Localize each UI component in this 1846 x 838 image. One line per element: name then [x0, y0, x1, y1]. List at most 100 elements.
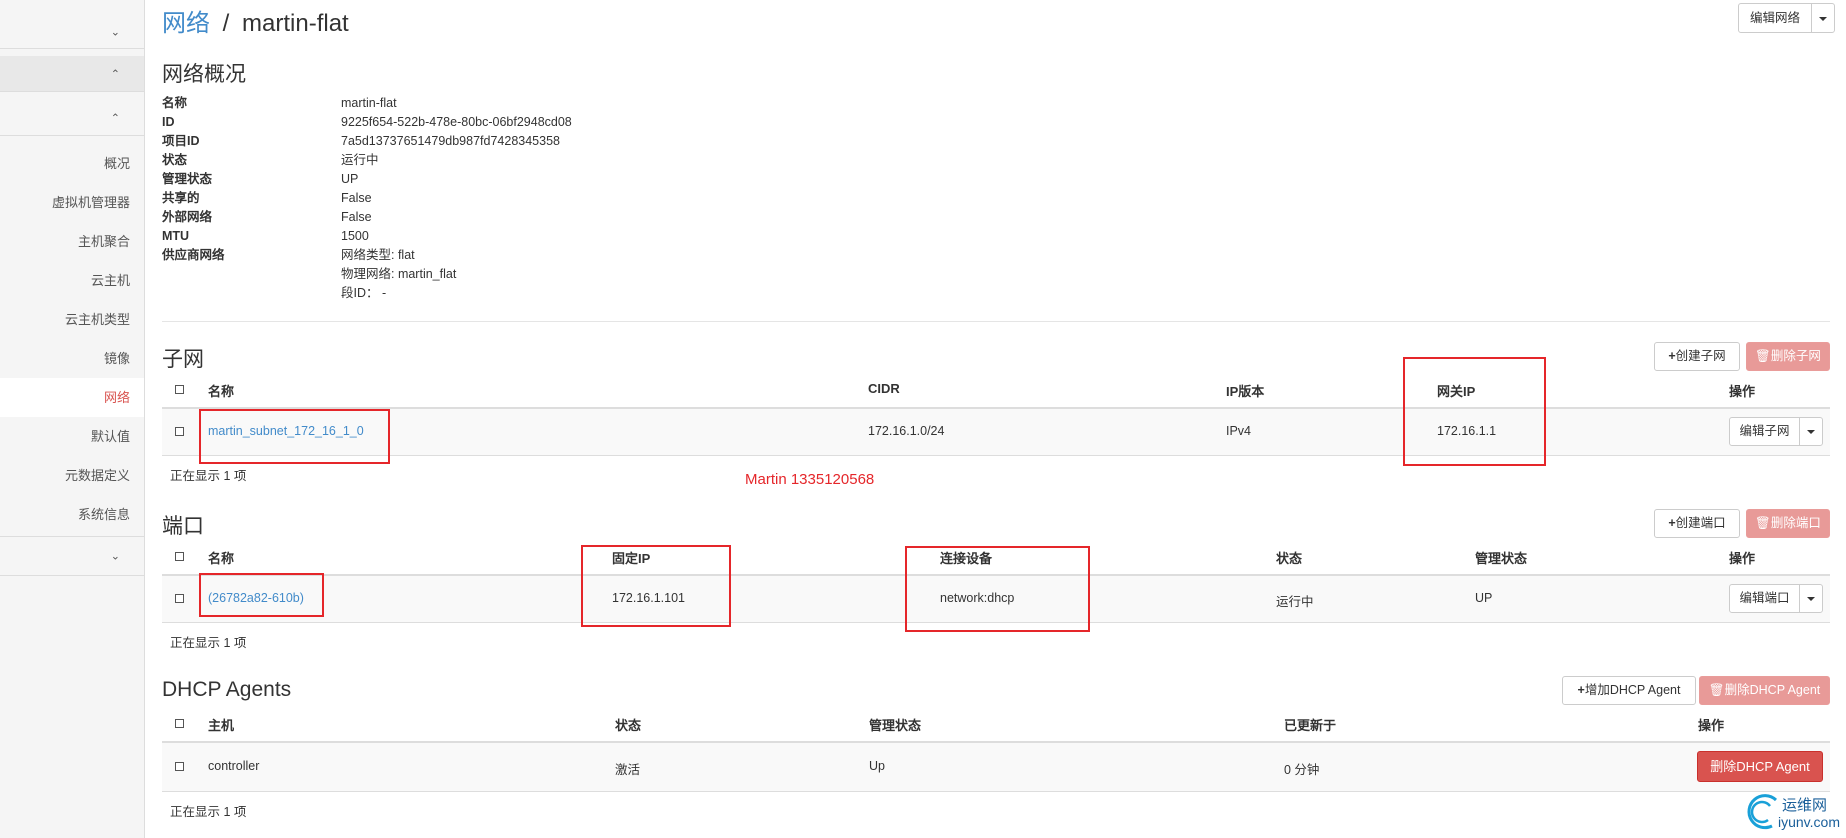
delete-agent-row-label: 删除DHCP Agent: [1710, 759, 1810, 774]
chevron-up-icon: ⌃: [110, 68, 120, 80]
delete-dhcp-agent-label: 删除DHCP Agent: [1724, 683, 1821, 697]
port-admin-state: UP: [1475, 591, 1493, 605]
column-header-host[interactable]: 主机: [208, 715, 234, 734]
overview-value: 7a5d13737651479db987fd7428345358: [341, 134, 560, 148]
column-header-ip-version[interactable]: IP版本: [1226, 381, 1264, 400]
sidebar-item-system-info[interactable]: 系统信息: [0, 495, 144, 534]
breadcrumb-network-link[interactable]: 网络: [162, 10, 210, 37]
select-all-agents-checkbox[interactable]: [175, 719, 184, 728]
dhcp-agents-title: DHCP Agents: [162, 678, 292, 701]
column-header-status[interactable]: 状态: [1276, 548, 1302, 567]
sidebar-item-label: 概况: [103, 156, 130, 171]
edit-network-dropdown[interactable]: [1811, 3, 1835, 33]
overview-value: UP: [341, 172, 359, 186]
sidebar-item-label: 网络: [103, 390, 130, 405]
row-checkbox[interactable]: [175, 427, 184, 436]
chevron-up-icon: ⌃: [110, 112, 120, 124]
sidebar-item-hypervisors[interactable]: 虚拟机管理器: [0, 183, 144, 222]
page-title: 网络 / martin-flat: [162, 3, 349, 38]
sidebar-item-flavors[interactable]: 云主机类型: [0, 300, 144, 339]
trash-icon: 🗑: [1755, 349, 1771, 363]
logo-text-en: iyunv.com: [1778, 814, 1840, 830]
plus-icon: +: [1577, 683, 1585, 697]
column-header-updated[interactable]: 已更新于: [1284, 715, 1336, 734]
sidebar-item-defaults[interactable]: 默认值: [0, 417, 144, 456]
column-header-cidr[interactable]: CIDR: [868, 381, 900, 396]
agent-status: 激活: [615, 763, 641, 777]
port-status: 运行中: [1276, 595, 1314, 609]
sidebar-item-networks[interactable]: 网络: [0, 378, 144, 417]
overview-key: 项目ID: [162, 134, 200, 148]
add-dhcp-agent-button[interactable]: +增加DHCP Agent: [1562, 676, 1696, 705]
select-all-subnets-checkbox[interactable]: [175, 385, 184, 394]
highlight-box: [199, 573, 324, 617]
overview-key: MTU: [162, 229, 190, 243]
edit-network-label: 编辑网络: [1749, 11, 1800, 25]
select-all-ports-checkbox[interactable]: [175, 552, 184, 561]
overview-key: 供应商网络: [162, 248, 225, 262]
overview-value: 运行中: [341, 153, 379, 167]
breadcrumb-separator: /: [222, 10, 230, 37]
dhcp-agents-count: 正在显示 1 项: [170, 805, 247, 819]
create-subnet-label: 创建子网: [1675, 349, 1726, 363]
plus-icon: +: [1668, 516, 1676, 530]
overview-value: 物理网络: martin_flat: [341, 267, 457, 281]
edit-port-button[interactable]: 编辑端口: [1729, 584, 1800, 613]
subnet-ip-version: IPv4: [1226, 424, 1252, 438]
delete-subnet-button[interactable]: 🗑删除子网: [1746, 342, 1830, 371]
delete-port-label: 删除端口: [1770, 516, 1821, 530]
sidebar-section-identity[interactable]: ⌄: [0, 536, 144, 576]
row-checkbox[interactable]: [175, 762, 184, 771]
row-checkbox[interactable]: [175, 594, 184, 603]
overview-key: 共享的: [162, 191, 200, 205]
sidebar-item-overview[interactable]: 概况: [0, 144, 144, 183]
column-header-name[interactable]: 名称: [208, 381, 234, 400]
agent-admin-state: Up: [869, 759, 885, 773]
trash-icon: 🗑: [1708, 683, 1725, 697]
overview-value: False: [341, 210, 372, 224]
chevron-down-icon: ⌄: [110, 550, 120, 563]
trash-icon: 🗑: [1755, 516, 1771, 530]
column-header-name[interactable]: 名称: [208, 548, 234, 567]
edit-subnet-button[interactable]: 编辑子网: [1729, 417, 1800, 446]
overview-value: 网络类型: flat: [341, 248, 415, 262]
sidebar-section-toggle[interactable]: ⌄: [0, 15, 144, 49]
column-header-actions: 操作: [1729, 551, 1756, 566]
overview-key: 外部网络: [162, 210, 213, 224]
breadcrumb-current: martin-flat: [242, 10, 349, 37]
delete-dhcp-agent-button[interactable]: 🗑删除DHCP Agent: [1699, 676, 1830, 705]
edit-subnet-dropdown[interactable]: [1799, 417, 1823, 446]
sidebar-section-admin[interactable]: ⌃: [0, 56, 144, 92]
sidebar-item-label: 默认值: [90, 429, 130, 444]
column-header-admin-state[interactable]: 管理状态: [869, 715, 921, 734]
caret-down-icon: [1807, 429, 1815, 434]
delete-agent-row-button[interactable]: 删除DHCP Agent: [1697, 751, 1823, 782]
subnets-count: 正在显示 1 项: [170, 469, 247, 483]
sidebar-item-label: 云主机: [90, 273, 130, 288]
sidebar-item-label: 云主机类型: [64, 312, 130, 327]
sidebar-item-host-aggregates[interactable]: 主机聚合: [0, 222, 144, 261]
sidebar-item-instances[interactable]: 云主机: [0, 261, 144, 300]
site-logo: 运维网 iyunv.com: [1742, 790, 1842, 836]
sidebar-item-metadata[interactable]: 元数据定义: [0, 456, 144, 495]
delete-subnet-label: 删除子网: [1770, 349, 1821, 363]
column-header-actions: 操作: [1698, 718, 1725, 733]
subnet-cidr: 172.16.1.0/24: [868, 424, 945, 438]
sidebar-item-images[interactable]: 镜像: [0, 339, 144, 378]
column-header-status[interactable]: 状态: [615, 715, 641, 734]
create-subnet-button[interactable]: +创建子网: [1654, 342, 1740, 371]
sidebar-item-label: 主机聚合: [77, 234, 130, 249]
ports-title: 端口: [162, 515, 204, 538]
create-port-button[interactable]: +创建端口: [1654, 509, 1740, 538]
sidebar: ⌄ ⌃ ⌃ 概况 虚拟机管理器 主机聚合 云主机 云主机类型 镜像 网络 默认值…: [0, 0, 145, 838]
highlight-box: [199, 409, 390, 464]
plus-icon: +: [1668, 349, 1676, 363]
edit-port-dropdown[interactable]: [1799, 584, 1823, 613]
column-header-admin-state[interactable]: 管理状态: [1475, 548, 1527, 567]
delete-port-button[interactable]: 🗑删除端口: [1746, 509, 1830, 538]
sidebar-item-label: 镜像: [103, 351, 130, 366]
overview-key: 管理状态: [162, 172, 213, 186]
sidebar-section-system[interactable]: ⌃: [0, 100, 144, 136]
overview-value: 1500: [341, 229, 369, 243]
edit-network-button[interactable]: 编辑网络: [1738, 3, 1812, 33]
